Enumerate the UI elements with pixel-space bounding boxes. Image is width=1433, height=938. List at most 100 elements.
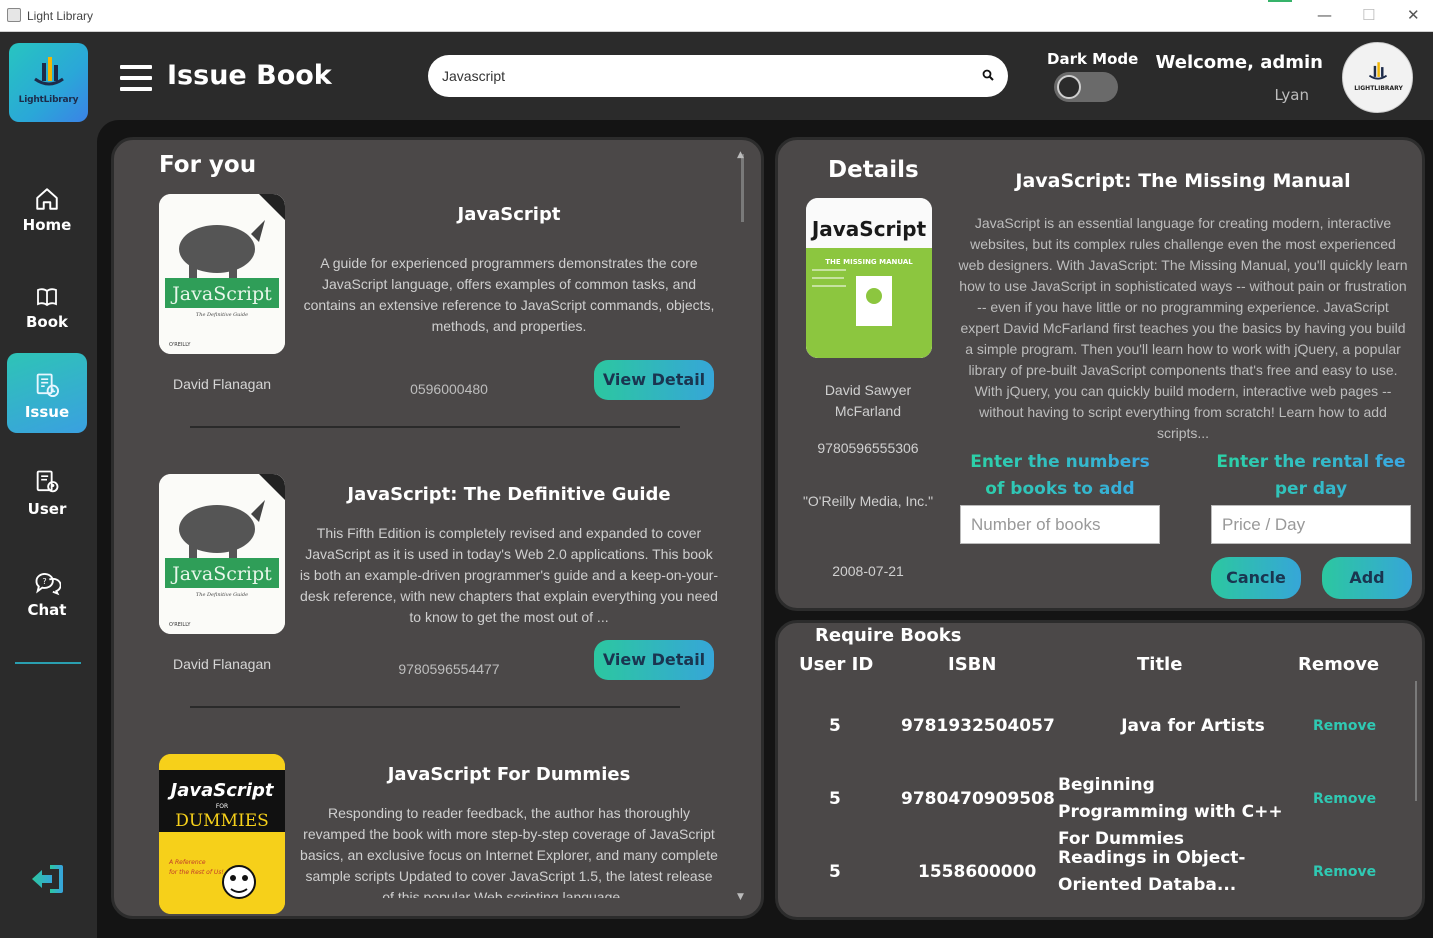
book-cover-image: JavaScript The Definitive Guide O'REILLY xyxy=(159,194,285,354)
book-card: JavaScript The Definitive Guide O'REILLY… xyxy=(114,420,744,700)
details-book-title: JavaScript: The Missing Manual xyxy=(1015,170,1351,192)
details-author: David Sawyer McFarland xyxy=(824,382,912,419)
library-logo-icon xyxy=(1368,62,1388,80)
username-text: Lyan xyxy=(1274,86,1309,104)
row-user-id: 5 xyxy=(829,716,841,736)
for-you-panel: For you ▲ ▼ JavaScript The Definitive Gu… xyxy=(111,137,764,919)
book-title: JavaScript xyxy=(457,204,561,225)
view-detail-button[interactable]: View Detail xyxy=(594,640,714,680)
book-author: David Flanagan xyxy=(172,376,272,392)
details-isbn: 9780596555306 xyxy=(817,440,919,456)
svg-text:JavaScript: JavaScript xyxy=(168,780,275,801)
maximize-button[interactable]: ☐ xyxy=(1362,6,1375,24)
close-button[interactable]: ✕ xyxy=(1407,6,1420,24)
details-heading: Details xyxy=(828,157,919,183)
nav-issue-label: Issue xyxy=(24,403,70,421)
column-header-title: Title xyxy=(1137,654,1183,675)
book-cover[interactable]: JavaScript The Definitive Guide O'REILLY xyxy=(159,194,285,354)
book-title: JavaScript: The Definitive Guide xyxy=(347,484,671,505)
svg-text:?: ? xyxy=(42,576,46,586)
svg-text:O'REILLY: O'REILLY xyxy=(169,622,191,628)
book-cover[interactable]: JavaScript The Definitive Guide O'REILLY xyxy=(159,474,285,634)
book-description: This Fifth Edition is completely revised… xyxy=(299,525,719,625)
book-description: A guide for experienced programmers demo… xyxy=(303,255,715,334)
book-description: Responding to reader feedback, the autho… xyxy=(300,805,718,898)
app-icon xyxy=(7,8,21,22)
row-isbn: 9781932504057 xyxy=(901,716,1055,736)
search-bar[interactable] xyxy=(428,55,1008,97)
titlebar-accent xyxy=(1268,0,1292,2)
nav-home[interactable]: Home xyxy=(7,168,87,248)
nav-chat[interactable]: ? Chat xyxy=(7,551,87,631)
logout-icon xyxy=(32,865,63,893)
welcome-text: Welcome, admin xyxy=(1155,52,1323,73)
issue-icon xyxy=(36,373,60,398)
remove-button[interactable]: Remove xyxy=(1313,718,1376,734)
book-title: JavaScript For Dummies xyxy=(387,764,631,785)
svg-text:JavaScript: JavaScript xyxy=(810,217,927,241)
minimize-button[interactable]: — xyxy=(1317,6,1332,24)
book-cover-image: JavaScript The Definitive Guide O'REILLY xyxy=(159,474,285,634)
hamburger-line xyxy=(120,76,152,80)
avatar[interactable]: LIGHTLIBRARY xyxy=(1342,42,1413,113)
svg-text:for the Rest of Us!: for the Rest of Us! xyxy=(169,869,224,876)
logout-button[interactable] xyxy=(30,864,66,894)
remove-button[interactable]: Remove xyxy=(1313,864,1376,880)
user-icon xyxy=(36,470,59,493)
search-icon[interactable] xyxy=(982,69,994,81)
row-title: Readings in Object-Oriented Databa... xyxy=(1058,848,1246,895)
book-isbn: 0596000480 xyxy=(410,381,488,397)
svg-text:DUMMIES: DUMMIES xyxy=(175,811,269,831)
library-logo-icon xyxy=(34,57,64,86)
details-description: JavaScript is an essential language for … xyxy=(958,215,1408,441)
svg-text:JavaScript: JavaScript xyxy=(170,283,272,305)
require-books-scrollbar[interactable] xyxy=(1415,681,1417,801)
nav-divider xyxy=(15,662,81,664)
menu-toggle-button[interactable] xyxy=(120,65,152,91)
details-date: 2008-07-21 xyxy=(832,563,904,579)
nav-chat-label: Chat xyxy=(27,601,67,619)
search-input[interactable] xyxy=(442,65,962,87)
book-icon xyxy=(37,288,57,307)
column-header-user-id: User ID xyxy=(799,654,874,675)
svg-text:A Reference: A Reference xyxy=(168,859,206,866)
book-author: David Flanagan xyxy=(172,656,272,672)
add-button[interactable]: Add xyxy=(1322,557,1412,599)
hamburger-line xyxy=(120,65,152,69)
nav-user-label: User xyxy=(27,500,67,518)
chat-icon: ? xyxy=(35,573,61,596)
remove-button[interactable]: Remove xyxy=(1313,791,1376,807)
svg-text:THE MISSING MANUAL: THE MISSING MANUAL xyxy=(825,258,913,266)
hamburger-line xyxy=(120,87,152,91)
nav-book[interactable]: Book xyxy=(7,267,87,347)
require-books-heading: Require Books xyxy=(815,625,962,646)
details-publisher: "O'Reilly Media, Inc." xyxy=(802,493,934,509)
price-per-day-input[interactable]: Price / Day xyxy=(1211,505,1411,544)
nav-user[interactable]: User xyxy=(7,450,87,530)
book-cover-image: JavaScript FOR DUMMIES A Reference for t… xyxy=(159,754,285,914)
page-title: Issue Book xyxy=(167,60,332,91)
row-isbn: 9780470909508 xyxy=(901,789,1055,809)
svg-text:The Definitive Guide: The Definitive Guide xyxy=(196,592,248,598)
toggle-knob xyxy=(1057,75,1081,99)
nav-book-label: Book xyxy=(25,313,69,331)
app-logo[interactable]: LightLibrary xyxy=(9,43,88,122)
fee-label: Enter the rental fee per day xyxy=(1211,449,1411,503)
number-of-books-input[interactable]: Number of books xyxy=(960,505,1160,544)
numbers-label: Enter the numbers of books to add xyxy=(960,449,1160,503)
logo-text: LightLibrary xyxy=(18,95,79,105)
home-icon xyxy=(36,188,58,210)
book-card: JavaScript FOR DUMMIES A Reference for t… xyxy=(114,700,744,916)
dark-mode-toggle[interactable] xyxy=(1054,72,1118,102)
row-user-id: 5 xyxy=(829,789,841,809)
header: Issue Book Dark Mode Welcome, admin Lyan… xyxy=(97,32,1433,120)
avatar-text: LIGHTLIBRARY xyxy=(1354,85,1403,92)
cancel-button[interactable]: Cancle xyxy=(1211,557,1301,599)
window-titlebar: Light Library — ☐ ✕ xyxy=(0,0,1433,32)
nav-issue[interactable]: Issue xyxy=(7,353,87,433)
view-detail-button[interactable]: View Detail xyxy=(594,360,714,400)
nav-home-label: Home xyxy=(22,216,72,234)
require-books-panel: Require Books User ID ISBN Title Remove … xyxy=(775,620,1425,920)
window-title: Light Library xyxy=(27,9,94,23)
book-cover[interactable]: JavaScript FOR DUMMIES A Reference for t… xyxy=(159,754,285,914)
